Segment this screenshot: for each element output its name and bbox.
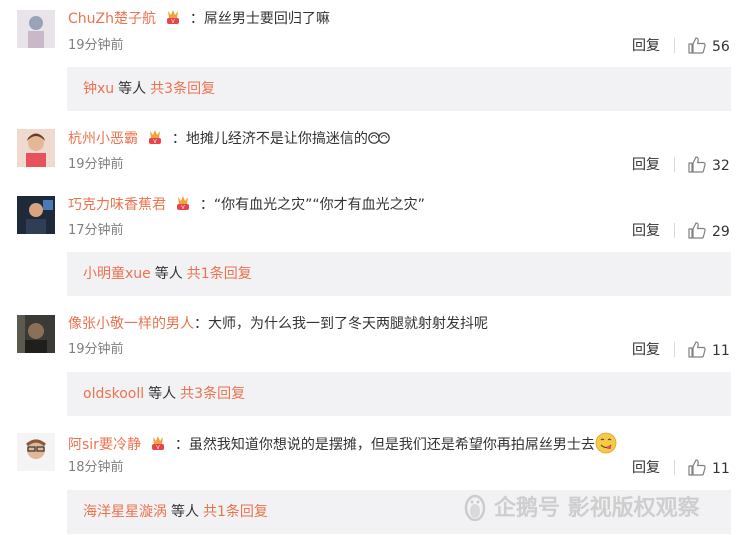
like-count: 11 bbox=[712, 343, 730, 359]
thumbs-up-icon bbox=[688, 222, 706, 239]
username[interactable]: ChuZh楚子航 bbox=[68, 11, 156, 27]
reply-button[interactable]: 回复 bbox=[632, 459, 660, 477]
username[interactable]: 阿sir要冷静 bbox=[68, 437, 141, 453]
comment-text: 虽然我知道你想说的是摆摊，但是我们还是希望你再拍屌丝男士去 bbox=[188, 437, 595, 453]
colon: ： bbox=[189, 11, 204, 27]
username[interactable]: 巧克力味香蕉君 bbox=[68, 197, 166, 213]
sub-reply-user[interactable]: 钟xu bbox=[83, 81, 114, 97]
divider bbox=[674, 38, 675, 53]
thumbs-up-icon bbox=[688, 156, 706, 173]
sub-reply-user[interactable]: 海洋星星漩涡 bbox=[83, 504, 167, 520]
vip-badge-icon: V bbox=[146, 129, 164, 145]
vip-badge-icon: V bbox=[149, 435, 167, 451]
vip-badge-icon: V bbox=[164, 9, 182, 25]
like-button[interactable]: 29 bbox=[688, 222, 730, 241]
avatar[interactable] bbox=[17, 315, 55, 353]
username[interactable]: 杭州小恶霸 bbox=[68, 131, 138, 147]
divider bbox=[674, 342, 675, 357]
sub-replies-box[interactable]: 钟xu 等人 共3条回复 bbox=[67, 67, 731, 111]
username[interactable]: 像张小敬一样的男人 bbox=[68, 316, 194, 332]
like-button[interactable]: 56 bbox=[688, 37, 730, 56]
sub-reply-total-link[interactable]: 共1条回复 bbox=[187, 266, 252, 282]
like-button[interactable]: 32 bbox=[688, 156, 730, 175]
vip-badge-icon: V bbox=[174, 195, 192, 211]
avatar[interactable] bbox=[17, 10, 55, 48]
like-count: 32 bbox=[712, 158, 730, 174]
sub-reply-total-link[interactable]: 共1条回复 bbox=[203, 504, 268, 520]
timestamp: 17分钟前 bbox=[68, 223, 124, 238]
svg-text:V: V bbox=[182, 205, 186, 211]
timestamp: 19分钟前 bbox=[68, 157, 124, 172]
reply-button[interactable]: 回复 bbox=[632, 156, 660, 174]
sub-replies-box[interactable]: oldskooll 等人 共3条回复 bbox=[67, 372, 731, 416]
timestamp: 19分钟前 bbox=[68, 38, 124, 53]
watermark: 企鹅号 影视版权观察 bbox=[462, 493, 700, 524]
reply-button[interactable]: 回复 bbox=[632, 341, 660, 359]
colon: ： bbox=[171, 131, 186, 147]
comment-text: 地摊儿经济不是让你搞迷信的 bbox=[185, 131, 368, 147]
like-button[interactable]: 11 bbox=[688, 341, 730, 360]
svg-text:V: V bbox=[157, 445, 161, 451]
sub-reply-total-link[interactable]: 共3条回复 bbox=[150, 81, 215, 97]
timestamp: 18分钟前 bbox=[68, 460, 124, 475]
penguin-logo-icon bbox=[464, 494, 486, 522]
comment-text: “你有血光之灾”“你才有血光之灾” bbox=[213, 197, 425, 213]
timestamp: 19分钟前 bbox=[68, 342, 124, 357]
comment-text: 屌丝男士要回归了嘛 bbox=[203, 11, 330, 27]
like-button[interactable]: 11 bbox=[688, 459, 730, 478]
divider bbox=[674, 223, 675, 238]
like-count: 29 bbox=[712, 224, 730, 240]
like-count: 11 bbox=[712, 461, 730, 477]
reply-button[interactable]: 回复 bbox=[632, 37, 660, 55]
sub-replies-box[interactable]: 小明童xue 等人 共1条回复 bbox=[67, 252, 731, 296]
avatar[interactable] bbox=[17, 129, 55, 167]
sub-reply-mid: 等人 bbox=[148, 386, 177, 402]
sub-reply-user[interactable]: oldskooll bbox=[83, 386, 144, 402]
divider bbox=[674, 157, 675, 172]
thumbs-up-icon bbox=[688, 37, 706, 54]
colon: ： bbox=[199, 197, 214, 213]
sub-reply-mid: 等人 bbox=[171, 504, 199, 520]
like-count: 56 bbox=[712, 39, 730, 55]
watermark-text: 企鹅号 影视版权观察 bbox=[494, 496, 700, 521]
thumbs-up-icon bbox=[688, 341, 706, 358]
colon: ： bbox=[194, 316, 208, 332]
colon: ： bbox=[174, 437, 189, 453]
reply-button[interactable]: 回复 bbox=[632, 222, 660, 240]
dizzy-eyes-emoji-icon bbox=[368, 128, 390, 154]
thumbs-up-icon bbox=[688, 459, 706, 476]
sub-reply-total-link[interactable]: 共3条回复 bbox=[180, 386, 245, 402]
divider bbox=[674, 460, 675, 475]
avatar[interactable] bbox=[17, 196, 55, 234]
svg-text:V: V bbox=[154, 139, 158, 145]
sub-reply-mid: 等人 bbox=[118, 81, 147, 97]
avatar[interactable] bbox=[17, 433, 55, 471]
svg-text:V: V bbox=[172, 19, 176, 25]
comment-text: 大师，为什么我一到了冬天两腿就射射发抖呢 bbox=[208, 316, 488, 332]
sub-reply-mid: 等人 bbox=[154, 266, 183, 282]
yummy-face-emoji-icon bbox=[595, 432, 617, 460]
sub-reply-user[interactable]: 小明童xue bbox=[83, 266, 151, 282]
